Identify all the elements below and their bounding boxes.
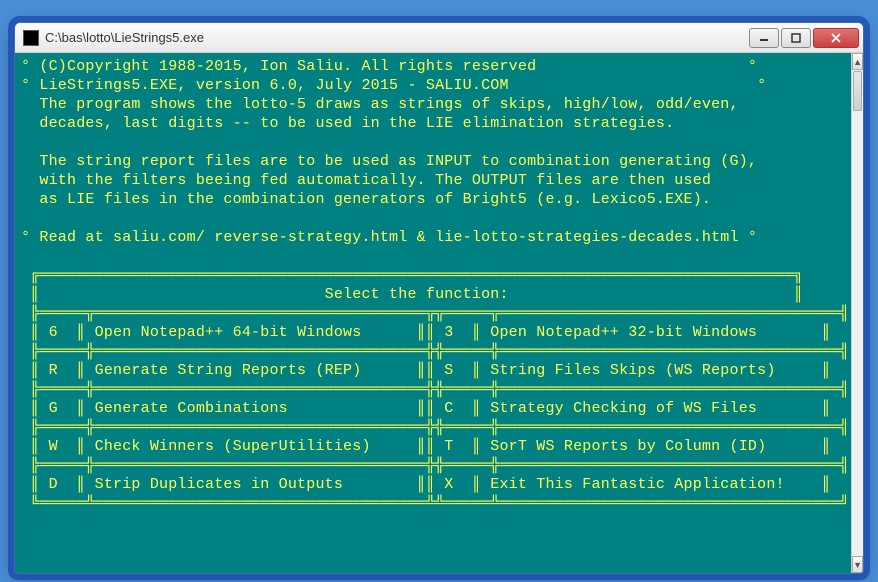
scroll-up-button[interactable]: ▲ — [852, 53, 863, 70]
text-line: with the filters beeing fed automaticall… — [21, 172, 711, 189]
text-line: ° (C)Copyright 1988-2015, Ion Saliu. All… — [21, 58, 757, 75]
scroll-thumb[interactable] — [853, 71, 862, 111]
titlebar[interactable]: C:\bas\lotto\LieStrings5.exe — [15, 23, 863, 53]
app-icon — [23, 30, 39, 46]
scroll-track[interactable] — [852, 112, 863, 556]
minimize-button[interactable] — [749, 28, 779, 48]
vertical-scrollbar[interactable]: ▲ ▼ — [851, 53, 863, 573]
text-line: The program shows the lotto-5 draws as s… — [21, 96, 739, 113]
scroll-down-button[interactable]: ▼ — [852, 556, 863, 573]
maximize-button[interactable] — [781, 28, 811, 48]
console-output[interactable]: ° (C)Copyright 1988-2015, Ion Saliu. All… — [15, 53, 851, 573]
text-line: The string report files are to be used a… — [21, 153, 757, 170]
menu-box: ╔═══════════════════════════════════════… — [21, 247, 849, 513]
close-button[interactable] — [813, 28, 859, 48]
window-title: C:\bas\lotto\LieStrings5.exe — [45, 30, 747, 45]
app-window: C:\bas\lotto\LieStrings5.exe ° (C)Copyri… — [14, 22, 864, 574]
text-line: ° LieStrings5.EXE, version 6.0, July 201… — [21, 77, 766, 94]
text-line: ° Read at saliu.com/ reverse-strategy.ht… — [21, 229, 757, 246]
text-line: decades, last digits -- to be used in th… — [21, 115, 674, 132]
text-line: as LIE files in the combination generato… — [21, 191, 711, 208]
